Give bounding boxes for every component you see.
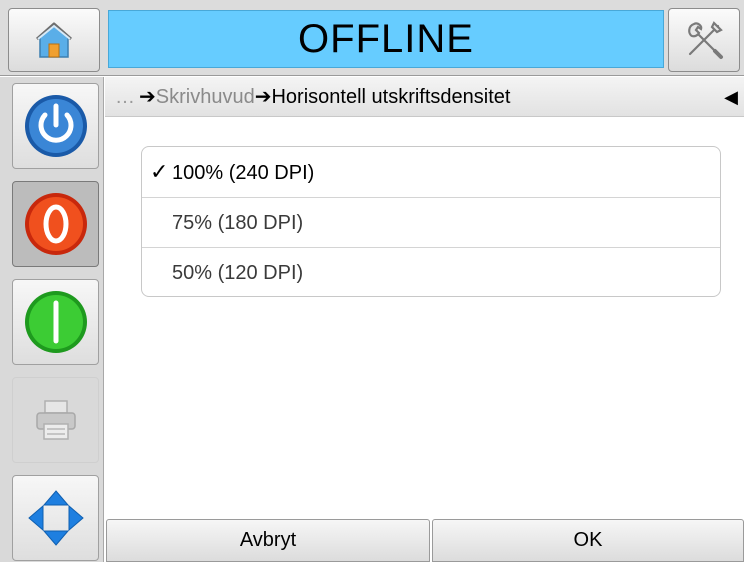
- option-label: 50% (120 DPI): [172, 262, 304, 284]
- option-75-percent[interactable]: 75% (180 DPI): [142, 197, 720, 247]
- start-icon: [13, 280, 98, 364]
- stop-button[interactable]: [12, 181, 99, 267]
- printer-status: OFFLINE: [108, 10, 664, 68]
- print-button[interactable]: [12, 377, 99, 463]
- density-options-list: ✓ 100% (240 DPI) 75% (180 DPI) 50% (120 D…: [141, 146, 721, 297]
- navigate-arrows-icon: [13, 476, 98, 560]
- cancel-button[interactable]: Avbryt: [106, 519, 430, 562]
- breadcrumb-current: Horisontell utskriftsdensitet: [271, 86, 511, 108]
- option-100-percent[interactable]: ✓ 100% (240 DPI): [142, 147, 720, 197]
- start-button[interactable]: [12, 279, 99, 365]
- navigate-button[interactable]: [12, 475, 99, 561]
- stop-icon: [13, 182, 98, 266]
- breadcrumb-ellipsis[interactable]: …: [115, 77, 135, 117]
- option-label: 75% (180 DPI): [172, 212, 304, 234]
- printer-icon: [13, 378, 98, 462]
- checkmark-icon: ✓: [150, 159, 169, 184]
- ok-button[interactable]: OK: [432, 519, 744, 562]
- left-control-column: [0, 77, 104, 562]
- tools-icon: [669, 9, 739, 71]
- power-icon: [13, 84, 98, 168]
- option-50-percent[interactable]: 50% (120 DPI): [142, 247, 720, 296]
- option-label: 100% (240 DPI): [172, 162, 315, 184]
- power-button[interactable]: [12, 83, 99, 169]
- back-arrow-icon[interactable]: ◀: [724, 77, 738, 117]
- breadcrumb-parent[interactable]: Skrivhuvud: [156, 86, 255, 108]
- breadcrumb-arrow: ➔: [139, 86, 156, 108]
- tools-button[interactable]: [668, 8, 740, 72]
- home-button[interactable]: [8, 8, 100, 72]
- breadcrumb: … ➔Skrivhuvud➔Horisontell utskriftsdensi…: [105, 77, 744, 117]
- breadcrumb-arrow: ➔: [254, 86, 272, 108]
- home-icon: [9, 9, 99, 71]
